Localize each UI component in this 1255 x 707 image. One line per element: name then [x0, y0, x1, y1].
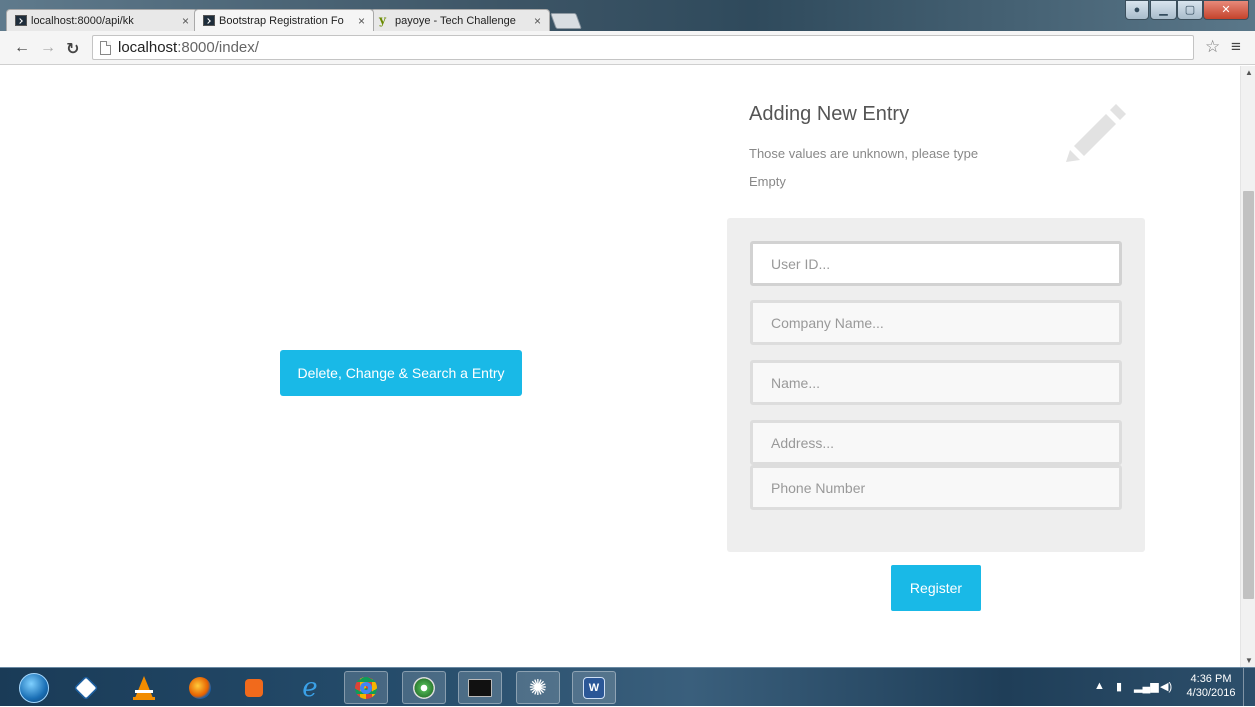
tab-api-kk[interactable]: localhost:8000/api/kk × [6, 9, 198, 31]
app-icon [413, 676, 435, 699]
taskbar-app[interactable] [402, 671, 446, 704]
terminal-favicon-icon [203, 15, 215, 26]
virtualbox-icon [73, 675, 99, 700]
delete-change-search-button[interactable]: Delete, Change & Search a Entry [280, 350, 522, 396]
tab-label: localhost:8000/api/kk [31, 14, 134, 27]
terminal-icon [468, 678, 492, 697]
page-viewport: Delete, Change & Search a Entry Adding N… [0, 66, 1240, 667]
page-icon [100, 41, 111, 55]
close-icon: ✕ [1221, 4, 1231, 16]
tray-expand-icon[interactable]: ▲ [1094, 680, 1105, 692]
signal-icon[interactable]: ▂▄▆ [1134, 680, 1159, 693]
new-tab-button[interactable] [550, 13, 582, 29]
taskbar-media-player[interactable] [232, 671, 276, 704]
tab-bootstrap-registration[interactable]: Bootstrap Registration Fo × [194, 9, 374, 31]
internet-explorer-icon: e [302, 672, 318, 703]
scroll-down-icon[interactable]: ▼ [1245, 656, 1253, 665]
register-button[interactable]: Register [891, 565, 981, 611]
tab-payoye[interactable]: y payoye - Tech Challenge × [370, 9, 550, 31]
taskbar-word[interactable]: W [572, 671, 616, 704]
terminal-favicon-icon [15, 15, 27, 26]
forward-arrow-icon[interactable]: → [40, 39, 56, 57]
firefox-icon [189, 676, 211, 699]
taskbar-firefox[interactable] [178, 671, 222, 704]
word-icon: W [583, 676, 605, 699]
form-note: Empty [749, 174, 786, 189]
taskbar-vlc[interactable] [122, 671, 166, 704]
url-text: localhost:8000/index/ [118, 39, 259, 56]
close-tab-icon[interactable]: × [182, 14, 189, 28]
taskbar-internet-explorer[interactable]: e [288, 671, 332, 704]
phone-number-input[interactable] [750, 465, 1122, 510]
user-id-input[interactable] [750, 241, 1122, 286]
taskbar-virtualbox[interactable] [64, 671, 108, 704]
form-title: Adding New Entry [749, 103, 910, 125]
page-scrollbar[interactable]: ▲ ▼ [1240, 66, 1255, 667]
browser-toolbar: ← → ↻ localhost:8000/index/ ☆ ≡ [0, 31, 1255, 65]
yv-favicon-icon: y [379, 13, 386, 27]
address-bar[interactable]: localhost:8000/index/ [92, 35, 1194, 60]
browser-tab-strip: localhost:8000/api/kk × Bootstrap Regist… [0, 0, 1255, 31]
clock-time: 4:36 PM [1190, 673, 1232, 685]
company-name-input[interactable] [750, 300, 1122, 345]
vlc-icon [133, 675, 155, 700]
close-tab-icon[interactable]: × [358, 14, 365, 28]
scrollbar-thumb[interactable] [1243, 191, 1254, 599]
volume-icon[interactable]: ◀) [1160, 680, 1172, 693]
taskbar-chrome[interactable] [344, 671, 388, 704]
bookmark-star-icon[interactable]: ☆ [1205, 37, 1220, 57]
address-input[interactable] [750, 420, 1122, 465]
back-arrow-icon[interactable]: ← [14, 39, 30, 57]
close-tab-icon[interactable]: × [534, 14, 541, 28]
clock[interactable]: 4:36 PM 4/30/2016 [1183, 672, 1239, 700]
name-input[interactable] [750, 360, 1122, 405]
form-subtitle: Those values are unknown, please type [749, 146, 979, 161]
menu-icon[interactable]: ≡ [1231, 37, 1241, 57]
windows-taskbar: e ✺ W ▲ ▮ ▂▄▆ ◀) 4:36 PM 4/30/2016 [0, 667, 1255, 707]
show-desktop-button[interactable] [1243, 668, 1255, 707]
taskbar-terminal[interactable] [458, 671, 502, 704]
maximize-icon: ▢ [1184, 4, 1196, 16]
scroll-up-icon[interactable]: ▲ [1245, 68, 1253, 77]
windows-start-icon [19, 672, 49, 703]
pencil-icon [1066, 104, 1126, 162]
minimize-icon: ▁ [1159, 4, 1168, 16]
start-button[interactable] [12, 671, 56, 704]
taskbar-network-tool[interactable]: ✺ [516, 671, 560, 704]
network-tool-icon: ✺ [528, 674, 548, 700]
user-profile-button[interactable]: ● [1125, 0, 1149, 20]
chrome-icon [355, 676, 377, 699]
maximize-button[interactable]: ▢ [1177, 0, 1203, 20]
tab-label: payoye - Tech Challenge [395, 14, 516, 27]
power-icon[interactable]: ▮ [1116, 680, 1122, 693]
minimize-button[interactable]: ▁ [1150, 0, 1177, 20]
reload-icon[interactable]: ↻ [66, 39, 79, 59]
media-player-icon [245, 678, 263, 697]
tab-label: Bootstrap Registration Fo [219, 14, 344, 27]
clock-date: 4/30/2016 [1186, 687, 1236, 699]
close-window-button[interactable]: ✕ [1203, 0, 1249, 20]
user-icon: ● [1133, 4, 1141, 16]
